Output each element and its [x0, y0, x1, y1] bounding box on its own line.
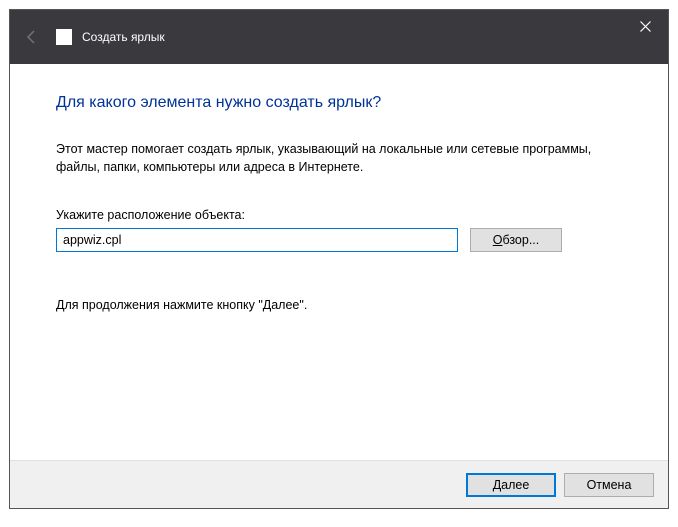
location-input[interactable]	[56, 228, 458, 252]
continue-instruction: Для продолжения нажмите кнопку "Далее".	[56, 298, 622, 312]
browse-mnemonic: О	[493, 233, 503, 247]
browse-button[interactable]: Обзор...	[470, 228, 562, 252]
back-arrow-icon	[24, 29, 40, 45]
back-button[interactable]	[18, 23, 46, 51]
content-area: Для какого элемента нужно создать ярлык?…	[10, 64, 668, 312]
location-row: Обзор...	[56, 228, 622, 252]
next-label-rest: алее	[501, 478, 529, 492]
wizard-window: Создать ярлык Для какого элемента нужно …	[9, 9, 669, 509]
description-text: Этот мастер помогает создать ярлык, указ…	[56, 140, 622, 176]
close-icon	[640, 21, 651, 32]
app-icon	[56, 29, 72, 45]
window-title: Создать ярлык	[82, 30, 165, 44]
cancel-button[interactable]: Отмена	[564, 473, 654, 497]
next-mnemonic: Д	[493, 478, 501, 492]
browse-label-rest: бзор...	[502, 233, 539, 247]
page-heading: Для какого элемента нужно создать ярлык?	[56, 94, 622, 112]
close-button[interactable]	[622, 10, 668, 42]
titlebar: Создать ярлык	[10, 10, 668, 64]
location-label: Укажите расположение объекта:	[56, 208, 622, 222]
next-button[interactable]: Далее	[466, 473, 556, 497]
footer-bar: Далее Отмена	[10, 460, 668, 508]
